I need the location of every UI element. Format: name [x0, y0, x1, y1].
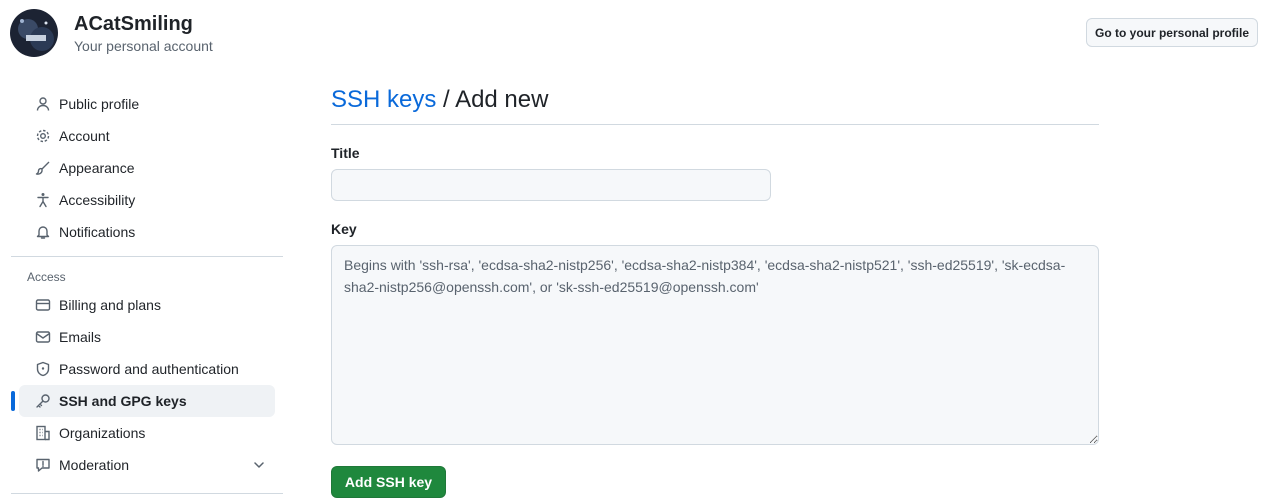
sidebar-item-label: Organizations — [59, 425, 146, 441]
gear-icon — [35, 128, 51, 144]
sidebar-item-label: Emails — [59, 329, 102, 345]
sidebar-item-label: Moderation — [59, 457, 130, 473]
account-name[interactable]: ACatSmiling — [74, 11, 213, 37]
sidebar-item-notifications[interactable]: Notifications — [19, 216, 275, 248]
sidebar-item-organizations[interactable]: Organizations — [19, 417, 275, 449]
sidebar-item-billing[interactable]: Billing and plans — [19, 289, 275, 321]
person-icon — [35, 96, 51, 112]
shield-lock-icon — [35, 361, 51, 377]
add-ssh-key-button[interactable]: Add SSH key — [331, 466, 446, 498]
account-header: ACatSmiling Your personal account — [10, 8, 213, 58]
sidebar-item-public-profile[interactable]: Public profile — [19, 88, 275, 120]
sidebar-item-label: Billing and plans — [59, 297, 161, 313]
accessibility-icon — [35, 192, 51, 208]
sidebar-item-emails[interactable]: Emails — [19, 321, 275, 353]
title-input[interactable] — [331, 169, 771, 201]
page-title: SSH keys / Add new — [331, 84, 1099, 125]
avatar[interactable] — [10, 9, 58, 57]
credit-card-icon — [35, 297, 51, 313]
bell-icon — [35, 224, 51, 240]
sidebar-item-moderation[interactable]: Moderation — [19, 449, 275, 481]
sidebar-item-label: Account — [59, 128, 110, 144]
sidebar-item-appearance[interactable]: Appearance — [19, 152, 275, 184]
sidebar-item-label: Notifications — [59, 224, 136, 240]
sidebar-item-label: Accessibility — [59, 192, 136, 208]
chevron-down-icon[interactable] — [251, 457, 267, 473]
sidebar-item-label: Public profile — [59, 96, 140, 112]
sidebar-item-password-auth[interactable]: Password and authentication — [19, 353, 275, 385]
sidebar-item-label: Password and authentication — [59, 361, 239, 377]
mail-icon — [35, 329, 51, 345]
sidebar-item-account[interactable]: Account — [19, 120, 275, 152]
account-subtitle: Your personal account — [74, 38, 213, 54]
paintbrush-icon — [35, 160, 51, 176]
report-icon — [35, 457, 51, 473]
go-to-profile-button[interactable]: Go to your personal profile — [1086, 18, 1258, 47]
main-content: SSH keys / Add new Title Key Add SSH key — [331, 84, 1099, 498]
sidebar-section-access: Access — [27, 270, 66, 284]
breadcrumb-separator: / — [436, 86, 456, 113]
sidebar-item-label: SSH and GPG keys — [59, 393, 187, 409]
settings-sidebar: Public profile Account Appearance Access… — [11, 88, 283, 481]
organization-icon — [35, 425, 51, 441]
title-label: Title — [331, 145, 360, 161]
key-icon — [35, 393, 51, 409]
page-title-text: Add new — [455, 86, 549, 113]
key-textarea[interactable] — [331, 245, 1099, 445]
key-label: Key — [331, 221, 357, 237]
breadcrumb-ssh-keys-link[interactable]: SSH keys — [331, 86, 436, 113]
sidebar-divider — [11, 256, 283, 257]
sidebar-item-label: Appearance — [59, 160, 135, 176]
sidebar-item-ssh-gpg-keys[interactable]: SSH and GPG keys — [11, 385, 275, 417]
sidebar-bottom-divider — [11, 493, 283, 494]
sidebar-item-accessibility[interactable]: Accessibility — [19, 184, 275, 216]
